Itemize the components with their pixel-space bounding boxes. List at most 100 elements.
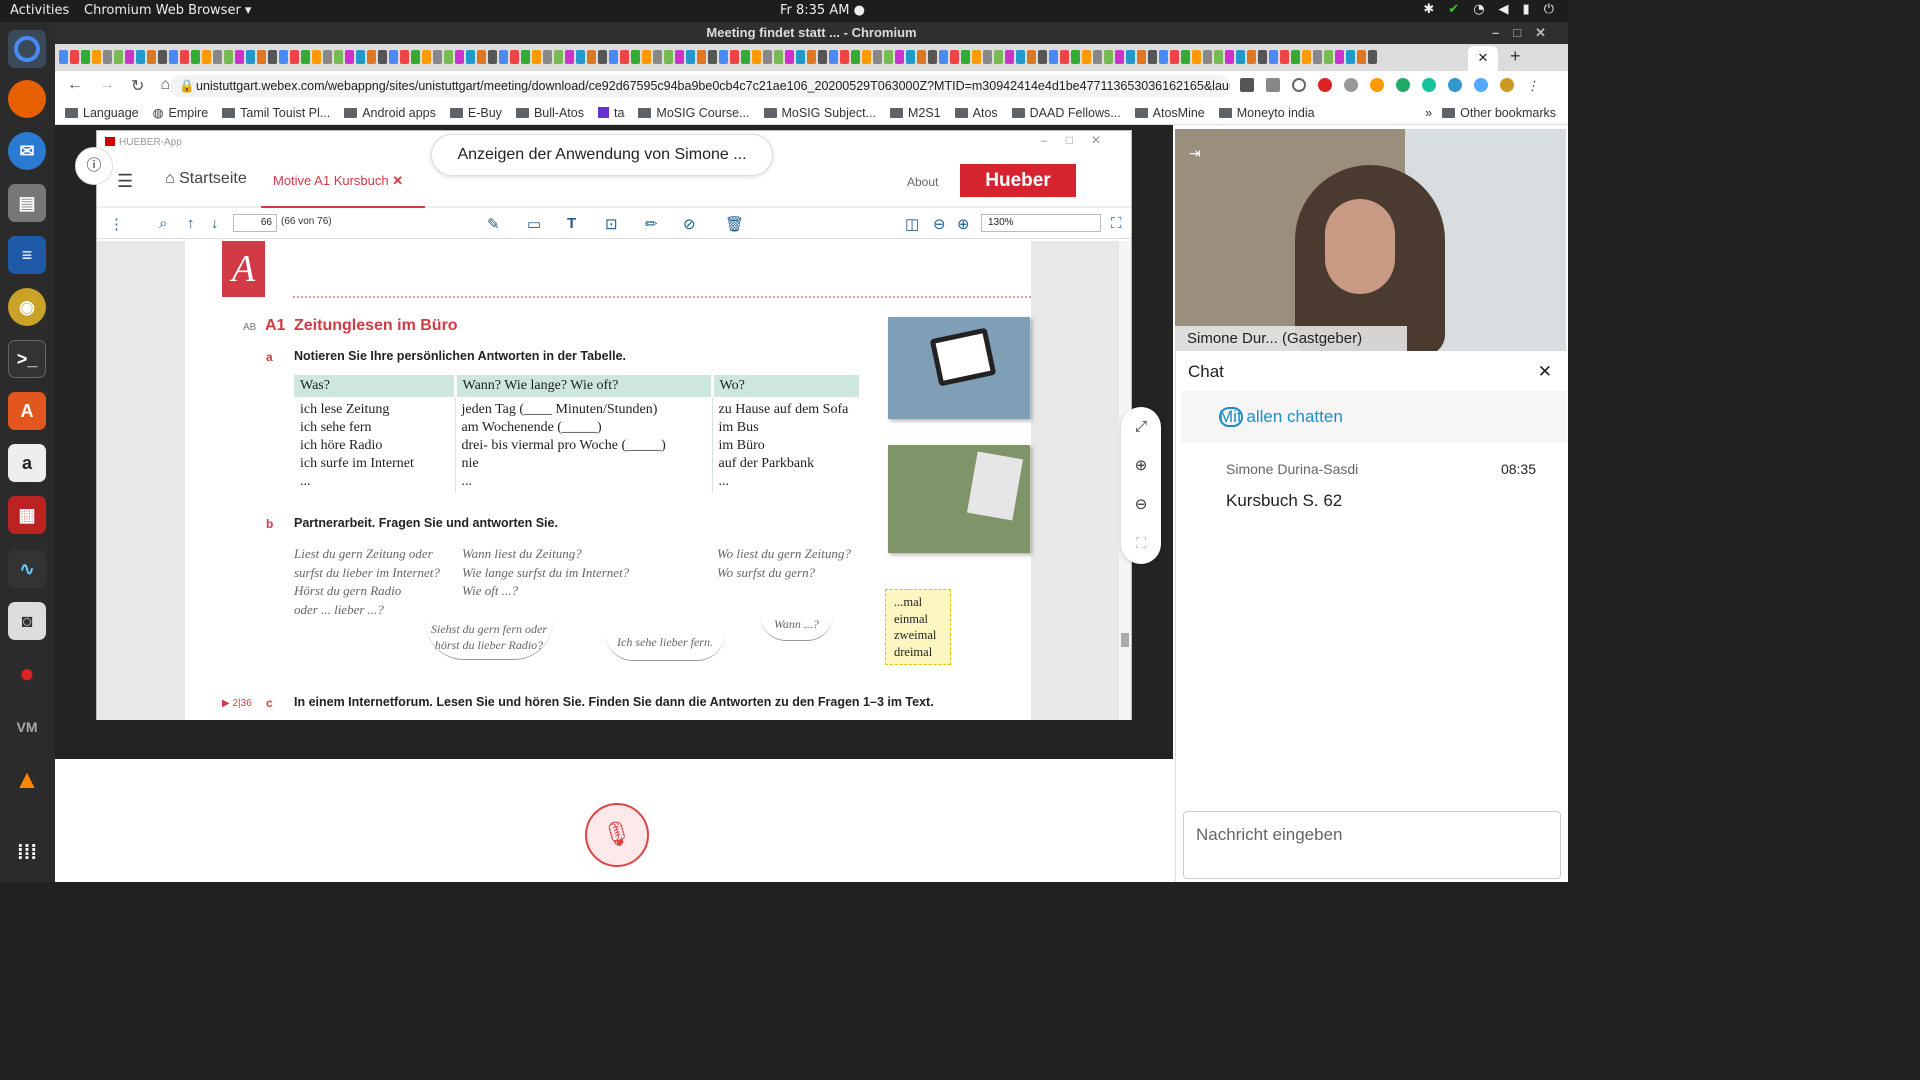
pinned-tab-favicon[interactable]: [378, 50, 387, 64]
pinned-tab-favicon[interactable]: [972, 50, 981, 64]
files-icon[interactable]: ▤: [8, 184, 46, 222]
audio-track[interactable]: ▶ 2|36: [222, 698, 252, 709]
pinned-tab-favicon[interactable]: [763, 50, 772, 64]
pinned-tab-favicon[interactable]: [466, 50, 475, 64]
pinned-tab-favicon[interactable]: [1181, 50, 1190, 64]
wifi-icon[interactable]: ◔: [1473, 2, 1484, 17]
bookmarks-overflow[interactable]: »: [1425, 106, 1432, 120]
pinned-tab-favicon[interactable]: [70, 50, 79, 64]
pinned-tab-favicon[interactable]: [334, 50, 343, 64]
pinned-tab-favicon[interactable]: [422, 50, 431, 64]
pinned-tab-favicon[interactable]: [301, 50, 310, 64]
forward-icon[interactable]: →: [99, 76, 115, 96]
fullscreen-icon[interactable]: ⛶: [1111, 215, 1122, 232]
pinned-tab-favicon[interactable]: [1225, 50, 1234, 64]
pinned-tab-favicon[interactable]: [796, 50, 805, 64]
pinned-tab-favicon[interactable]: [840, 50, 849, 64]
pinned-tab-favicon[interactable]: [224, 50, 233, 64]
pinned-tab-favicon[interactable]: [1126, 50, 1135, 64]
search-page-icon[interactable]: ⌕: [159, 215, 167, 232]
pinned-tab-favicon[interactable]: [114, 50, 123, 64]
bookmark-atos[interactable]: Atos: [954, 106, 998, 120]
battery-icon[interactable]: ▮: [1523, 2, 1530, 17]
pinned-tab-favicon[interactable]: [532, 50, 541, 64]
pinned-tab-favicon[interactable]: [1148, 50, 1157, 64]
pinned-tab-favicon[interactable]: [1115, 50, 1124, 64]
pinned-tab-favicon[interactable]: [213, 50, 222, 64]
pinned-tab-favicon[interactable]: [576, 50, 585, 64]
pinned-tab-favicon[interactable]: [202, 50, 211, 64]
pinned-tab-favicon[interactable]: [1324, 50, 1333, 64]
pinned-tab-favicon[interactable]: [1038, 50, 1047, 64]
pinned-tab-favicon[interactable]: [488, 50, 497, 64]
software-icon[interactable]: A: [8, 392, 46, 430]
menu-kebab-icon[interactable]: ⋮: [1526, 78, 1540, 93]
close-chat-icon[interactable]: ✕: [1538, 362, 1552, 382]
rhythmbox-icon[interactable]: ◉: [8, 288, 46, 326]
pinned-tab-favicon[interactable]: [499, 50, 508, 64]
pinned-tab-favicon[interactable]: [741, 50, 750, 64]
activities-button[interactable]: Activities: [10, 3, 69, 18]
bluetooth-icon[interactable]: ✱: [1423, 2, 1434, 17]
pinned-tab-favicon[interactable]: [235, 50, 244, 64]
zoom-level-input[interactable]: 130%: [981, 214, 1101, 232]
active-tab[interactable]: ✕: [1468, 46, 1498, 71]
bookmark-tamil[interactable]: Tamil Touist Pl...: [222, 106, 330, 120]
star-icon[interactable]: [1292, 78, 1306, 92]
pinned-tab-favicon[interactable]: [961, 50, 970, 64]
camera-icon[interactable]: ◙: [8, 602, 46, 640]
pinned-tab-favicon[interactable]: [774, 50, 783, 64]
pinned-tab-favicon[interactable]: [752, 50, 761, 64]
pinned-tab-favicon[interactable]: [323, 50, 332, 64]
zoom-out-icon[interactable]: ⊖: [1121, 485, 1161, 524]
pinned-tab-favicon[interactable]: [1159, 50, 1168, 64]
pinned-tab-favicon[interactable]: [862, 50, 871, 64]
sharing-banner[interactable]: Anzeigen der Anwendung von Simone ...: [431, 134, 773, 176]
writer-icon[interactable]: ≡: [8, 236, 46, 274]
collapse-panel-icon[interactable]: ⇥: [1189, 145, 1201, 162]
split-view-icon[interactable]: ◫: [905, 215, 919, 233]
about-link[interactable]: About: [907, 175, 938, 189]
home-link[interactable]: ⌂ Startseite: [165, 170, 247, 188]
pinned-tab-favicon[interactable]: [125, 50, 134, 64]
participant-video[interactable]: ⇥ Simone Dur... (Gastgeber): [1175, 129, 1566, 351]
pinned-tab-favicon[interactable]: [356, 50, 365, 64]
pinned-tab-favicon[interactable]: [642, 50, 651, 64]
pinned-tab-favicon[interactable]: [730, 50, 739, 64]
reload-icon[interactable]: ↻: [131, 76, 144, 96]
pinned-tab-favicon[interactable]: [103, 50, 112, 64]
pinned-tab-favicon[interactable]: [169, 50, 178, 64]
app-menu[interactable]: Chromium Web Browser ▾: [84, 3, 251, 18]
pinned-tab-favicon[interactable]: [345, 50, 354, 64]
pinned-tab-favicon[interactable]: [389, 50, 398, 64]
pencil-icon[interactable]: ✏: [645, 215, 658, 233]
pinned-tab-favicon[interactable]: [851, 50, 860, 64]
grammarly-icon[interactable]: [1422, 78, 1436, 92]
pinned-tab-favicon[interactable]: [1137, 50, 1146, 64]
apps-grid-icon[interactable]: ⁞⁞⁞: [8, 834, 46, 872]
camera-extension-icon[interactable]: [1240, 78, 1254, 92]
pinned-tab-favicon[interactable]: [708, 50, 717, 64]
more-options-icon[interactable]: ⋮: [109, 215, 124, 233]
profile-avatar-icon[interactable]: [1500, 78, 1514, 92]
zoom-out-icon[interactable]: ⊖: [933, 215, 946, 233]
pinned-tab-favicon[interactable]: [873, 50, 882, 64]
pinned-tab-favicon[interactable]: [1049, 50, 1058, 64]
pinned-tab-favicon[interactable]: [807, 50, 816, 64]
bookmark-moneyto[interactable]: Moneyto india: [1218, 106, 1315, 120]
pinned-tab-favicon[interactable]: [1357, 50, 1366, 64]
pinned-tab-favicon[interactable]: [994, 50, 1003, 64]
pinned-tab-favicon[interactable]: [697, 50, 706, 64]
chat-with-everyone[interactable]: Mit allen chatten: [1181, 391, 1567, 443]
pinned-tab-favicon[interactable]: [1335, 50, 1344, 64]
bookmark-ta[interactable]: ta: [597, 106, 624, 120]
tab-strip[interactable]: ✕ +: [55, 44, 1568, 71]
bookmark-daad[interactable]: DAAD Fellows...: [1011, 106, 1121, 120]
pinned-tab-favicon[interactable]: [158, 50, 167, 64]
pinned-tab-favicon[interactable]: [59, 50, 68, 64]
check-icon[interactable]: ✔: [1448, 2, 1459, 17]
pinned-tab-favicon[interactable]: [565, 50, 574, 64]
pinned-tab-favicon[interactable]: [147, 50, 156, 64]
screen-icon[interactable]: ▦: [8, 496, 46, 534]
pinned-tab-favicon[interactable]: [686, 50, 695, 64]
